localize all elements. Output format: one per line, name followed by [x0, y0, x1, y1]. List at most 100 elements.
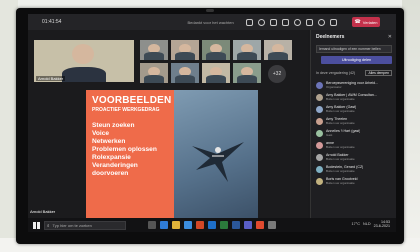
toolbar-icons	[245, 18, 337, 26]
chrome-icon[interactable]	[256, 221, 264, 229]
shared-slide: VOORBEELDEN PROACTIEF WERKGEDRAG Steun z…	[86, 90, 258, 218]
share-invite-button[interactable]: Uitnodiging delen	[321, 56, 392, 64]
participant-item[interactable]: Amy Bakker | AWM Consultan... Buiten uw o…	[311, 91, 396, 103]
people-icon[interactable]	[245, 18, 253, 26]
rooms-icon[interactable]	[281, 18, 289, 26]
person-body	[206, 75, 226, 83]
invite-search-input[interactable]: Iemand uitnodigen of een nummer bellen	[316, 45, 392, 53]
avatar	[316, 177, 323, 185]
slide-list-item: Rolexpansie	[92, 154, 131, 161]
participant-item[interactable]: Arnold Bakker Buiten uw organisatie	[311, 151, 396, 163]
chat-icon[interactable]	[257, 18, 265, 26]
avatar	[316, 93, 323, 101]
mic-icon[interactable]	[317, 18, 325, 26]
teams-icon[interactable]	[244, 221, 252, 229]
participant-item[interactable]: Boris van Grootveld Buiten uw organisatie	[311, 175, 396, 187]
outlook-icon[interactable]	[208, 221, 216, 229]
video-tile[interactable]	[140, 40, 168, 60]
task-view-icon[interactable]	[148, 221, 156, 229]
participants-section-header: In deze vergadering (42) Alles dempen	[316, 70, 392, 76]
avatar	[210, 43, 222, 53]
participant-item[interactable]: Amy Bakker (Gast) Buiten uw organisatie	[311, 103, 396, 115]
excel-icon[interactable]	[220, 221, 228, 229]
avatar	[316, 81, 323, 89]
slide-list-item: Veranderingen doorvoeren	[92, 162, 138, 177]
participant-role: Buiten uw organisatie	[326, 97, 355, 101]
participant-role: Buiten uw organisatie	[326, 181, 355, 185]
person-body	[144, 75, 164, 83]
windows-taskbar: ⌕ Typ hier om te zoeken 17°C NLD 14:53 2…	[28, 218, 396, 232]
video-tile[interactable]	[264, 40, 292, 60]
language-indicator[interactable]: NLD	[363, 222, 371, 226]
meeting-status-text: Bedankt voor het wachten	[187, 19, 234, 25]
hand-icon[interactable]	[269, 18, 277, 26]
section-title[interactable]: In deze vergadering (42)	[316, 71, 355, 75]
speaker-name-label: Arnold Bakker	[36, 76, 66, 81]
windows-start-icon[interactable]	[33, 221, 40, 229]
file-explorer-icon[interactable]	[172, 221, 180, 229]
weather-text[interactable]: 17°C	[352, 222, 360, 226]
monitor: 01:41:54 Bedankt voor het wachten ☎ Verl…	[16, 8, 404, 244]
store-icon[interactable]	[184, 221, 192, 229]
participant-item[interactable]: Amy Theelen Buiten uw organisatie	[311, 115, 396, 127]
word-icon[interactable]	[232, 221, 240, 229]
background-right	[402, 0, 420, 252]
meeting-toolbar: 01:41:54 Bedankt voor het wachten ☎ Verl…	[28, 14, 396, 30]
video-tile[interactable]	[171, 40, 199, 60]
participant-role: Organisator	[326, 85, 342, 89]
participant-item[interactable]: Beroepsvereniging voor Arbeid... Organisa…	[311, 79, 396, 91]
avatar	[316, 153, 323, 161]
wingsuit-flyer-image	[192, 142, 244, 182]
edge-icon[interactable]	[160, 221, 168, 229]
taskbar-search-input[interactable]: ⌕ Typ hier om te zoeken	[44, 220, 126, 230]
more-participants-button[interactable]: +32	[268, 65, 286, 83]
avatar	[179, 66, 191, 76]
avatar	[316, 141, 323, 149]
video-tile[interactable]	[202, 63, 230, 83]
participant-item[interactable]: anne Buiten uw organisatie	[311, 139, 396, 151]
camera-icon[interactable]	[305, 18, 313, 26]
participant-item[interactable]: Bodestein, Gerard (CZ) Buiten uw organisa…	[311, 163, 396, 175]
avatar	[241, 43, 253, 53]
leave-button[interactable]: ☎ Verlaten	[352, 17, 380, 27]
slide-subtitle: PROACTIEF WERKGEDRAG	[92, 107, 160, 113]
presenter-label: Arnold Bakker	[30, 209, 56, 214]
slide-list: Steun zoeken Voice Netwerken Problemen o…	[92, 122, 174, 178]
share-icon[interactable]	[329, 18, 337, 26]
avatar	[210, 66, 222, 76]
slide-title: VOORBEELDEN	[92, 95, 172, 106]
phone-icon: ☎	[354, 19, 361, 25]
video-tile[interactable]	[171, 63, 199, 83]
meeting-timer: 01:41:54	[42, 19, 62, 25]
avatar	[316, 105, 323, 113]
participant-role: Buiten uw organisatie	[326, 121, 355, 125]
participant-role: Buiten uw organisatie	[326, 157, 355, 161]
person-body	[175, 75, 195, 83]
avatar	[316, 117, 323, 125]
powerpoint-icon[interactable]	[196, 221, 204, 229]
settings-icon[interactable]	[268, 221, 276, 229]
avatar	[148, 43, 160, 53]
participant-role: Gast	[326, 133, 333, 137]
video-tile[interactable]	[233, 40, 261, 60]
close-icon[interactable]: ✕	[388, 34, 392, 40]
person-body	[237, 75, 257, 83]
avatar	[179, 43, 191, 53]
person-body	[175, 52, 195, 60]
slide-text-area: VOORBEELDEN PROACTIEF WERKGEDRAG Steun z…	[86, 90, 174, 218]
video-tile-main-speaker[interactable]: Arnold Bakker	[34, 40, 134, 82]
taskbar-apps	[148, 221, 276, 229]
system-tray: 17°C NLD 14:53 23-6-2021	[352, 220, 390, 228]
video-stage: Arnold Bakker +32 VOORBEELDEN PROACTIEF …	[28, 30, 308, 218]
panel-header: Deelnemers ✕	[311, 30, 396, 40]
slide-list-item: Voice	[92, 130, 110, 137]
video-tile[interactable]	[140, 63, 168, 83]
video-tile[interactable]	[233, 63, 261, 83]
more-icon[interactable]	[293, 18, 301, 26]
video-tile[interactable]	[202, 40, 230, 60]
avatar	[272, 43, 284, 53]
search-placeholder: Typ hier om te zoeken	[52, 222, 92, 228]
participant-item[interactable]: Annelies 't Hart (gast) Gast	[311, 127, 396, 139]
mute-all-button[interactable]: Alles dempen	[365, 70, 392, 76]
taskbar-clock[interactable]: 14:53 23-6-2021	[374, 220, 390, 228]
